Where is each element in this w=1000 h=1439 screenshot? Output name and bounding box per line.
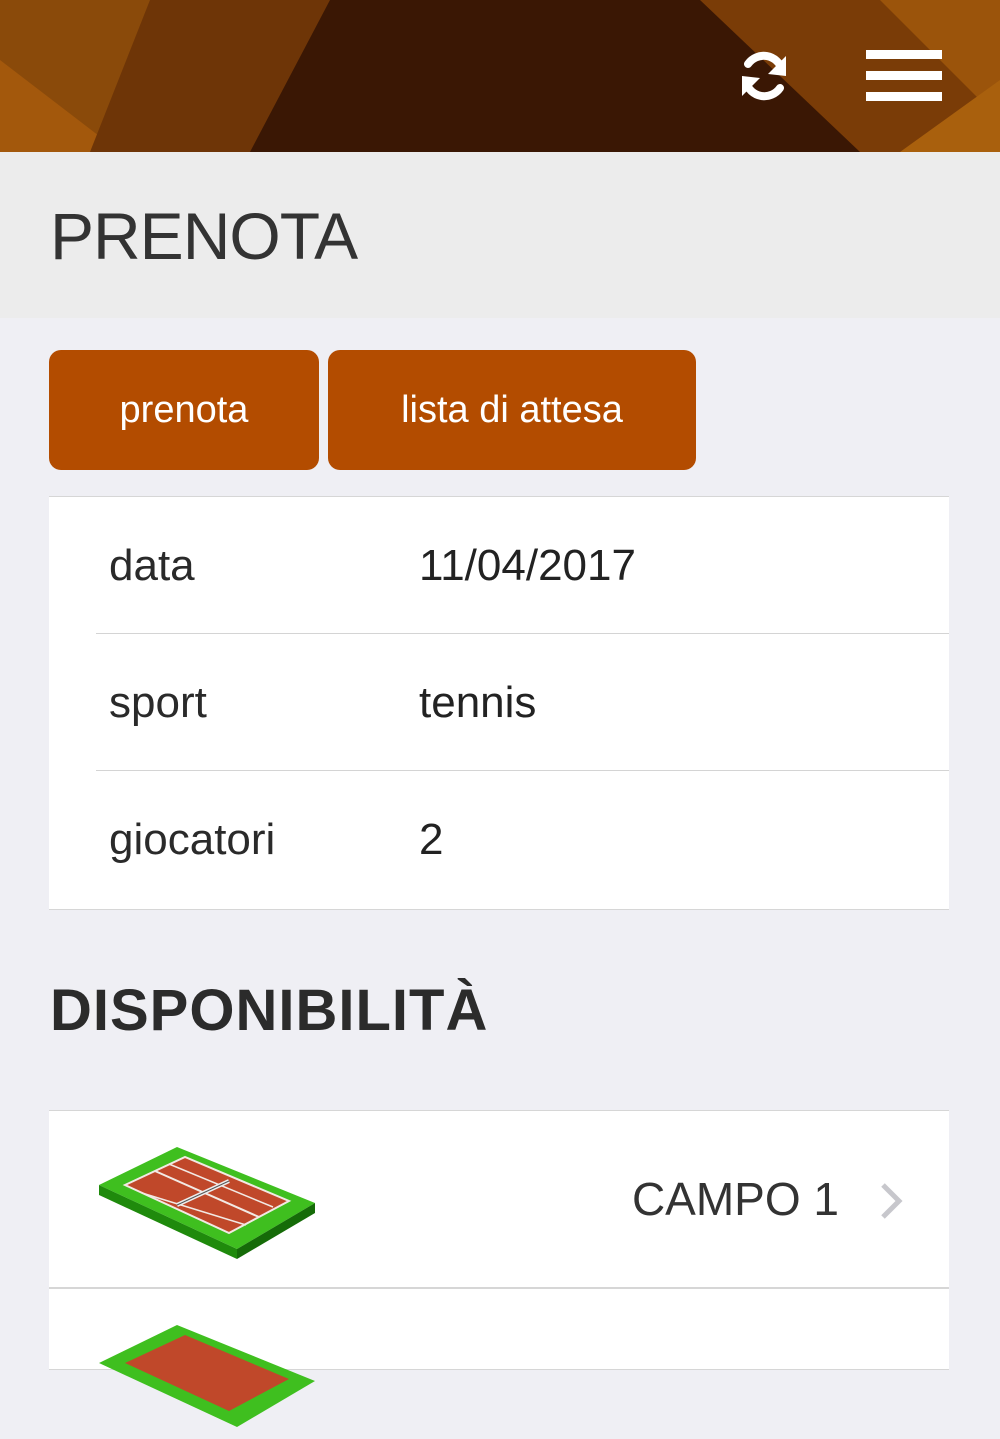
court-list-item[interactable] <box>49 1288 949 1427</box>
refresh-button[interactable] <box>724 36 804 116</box>
booking-info-card: data 11/04/2017 sport tennis giocatori 2 <box>49 496 949 910</box>
tennis-court-icon <box>99 1147 315 1259</box>
court-list-item[interactable]: CAMPO 1 <box>49 1110 949 1288</box>
availability-title: DISPONIBILITÀ <box>50 978 489 1043</box>
info-label: sport <box>109 678 207 727</box>
prenota-button[interactable]: prenota <box>49 350 319 470</box>
info-value: tennis <box>419 678 537 727</box>
info-value: 2 <box>419 815 444 864</box>
menu-button[interactable] <box>864 36 944 116</box>
tennis-court-icon <box>99 1325 315 1427</box>
info-label: giocatori <box>109 815 276 864</box>
info-value: 11/04/2017 <box>419 541 636 590</box>
lista-attesa-button[interactable]: lista di attesa <box>328 350 696 470</box>
info-row-giocatori[interactable]: giocatori 2 <box>49 771 949 908</box>
info-row-sport[interactable]: sport tennis <box>49 634 949 771</box>
hamburger-menu-icon <box>866 50 942 101</box>
refresh-icon <box>742 51 786 101</box>
header-background <box>0 0 1000 152</box>
court-label: CAMPO 1 <box>631 1173 839 1225</box>
chevron-right-icon <box>881 1183 903 1219</box>
app-header <box>0 0 1000 152</box>
page-title: PRENOTA <box>50 199 358 273</box>
info-label: data <box>109 541 195 590</box>
info-row-data[interactable]: data 11/04/2017 <box>49 497 949 634</box>
